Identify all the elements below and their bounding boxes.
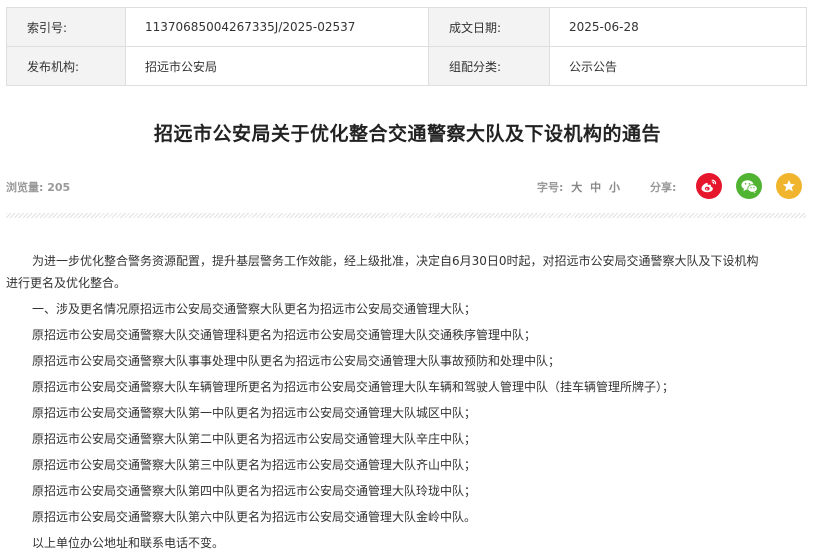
body-line: 一、涉及更名情况原招远市公安局交通警察大队更名为招远市公安局交通管理大队； bbox=[32, 302, 477, 316]
font-size-small-button[interactable]: 小 bbox=[609, 181, 620, 194]
issue-date-value: 2025-06-28 bbox=[549, 7, 807, 47]
body-line: 以上单位办公地址和联系电话不变。 bbox=[32, 536, 225, 550]
body-line: 原招远市公安局交通警察大队第二中队更名为招远市公安局交通管理大队辛庄中队； bbox=[32, 432, 477, 446]
body-line: 原招远市公安局交通警察大队事事处理中队更名为招远市公安局交通管理大队事故预防和处… bbox=[32, 354, 561, 368]
share-weibo-button[interactable] bbox=[696, 173, 722, 199]
font-size-medium-button[interactable]: 中 bbox=[590, 181, 601, 194]
publisher-label: 发布机构: bbox=[6, 46, 126, 86]
body-line: 原招远市公安局交通警察大队第三中队更名为招远市公安局交通管理大队齐山中队； bbox=[32, 458, 477, 472]
category-value: 公示公告 bbox=[549, 46, 807, 86]
page-title: 招远市公安局关于优化整合交通警察大队及下设机构的通告 bbox=[153, 123, 661, 145]
weibo-icon bbox=[701, 179, 717, 193]
category-label: 组配分类: bbox=[428, 46, 550, 86]
body-line: 原招远市公安局交通警察大队第六中队更名为招远市公安局交通管理大队金岭中队。 bbox=[32, 510, 477, 524]
meta-row-2: 发布机构: 招远市公安局 组配分类: 公示公告 bbox=[6, 46, 807, 86]
body-line: 原招远市公安局交通警察大队第四中队更名为招远市公安局交通管理大队玲珑中队； bbox=[32, 484, 477, 498]
article-body: 为进一步优化整合警务资源配置，提升基层警务工作效能，经上级批准，决定自6月30日… bbox=[6, 250, 808, 556]
document-meta-table: 索引号: 11370685004267335J/2025-02537 成文日期:… bbox=[6, 7, 807, 86]
publisher-value: 招远市公安局 bbox=[125, 46, 429, 86]
index-number-value: 11370685004267335J/2025-02537 bbox=[125, 7, 429, 47]
favorite-button[interactable] bbox=[776, 173, 802, 199]
issue-date-label: 成文日期: bbox=[428, 7, 550, 47]
article-toolbar: 浏览量: 205 字号: 大 中 小 分享: bbox=[6, 172, 806, 200]
meta-row-1: 索引号: 11370685004267335J/2025-02537 成文日期:… bbox=[6, 7, 807, 47]
share-label: 分享: bbox=[650, 181, 677, 194]
body-paragraph-intro-continued: 进行更名及优化整合。 bbox=[6, 276, 127, 290]
share-wechat-button[interactable] bbox=[736, 173, 762, 199]
section-divider bbox=[6, 213, 806, 218]
font-size-label: 字号: bbox=[537, 181, 564, 194]
font-size-large-button[interactable]: 大 bbox=[571, 181, 582, 194]
star-icon bbox=[783, 180, 795, 192]
wechat-icon bbox=[741, 179, 758, 193]
font-size-control: 字号: 大 中 小 bbox=[537, 179, 620, 195]
body-line: 原招远市公安局交通警察大队第一中队更名为招远市公安局交通管理大队城区中队； bbox=[32, 406, 477, 420]
body-line: 原招远市公安局交通警察大队交通管理科更名为招远市公安局交通管理大队交通秩序管理中… bbox=[32, 328, 537, 342]
body-paragraph-intro: 为进一步优化整合警务资源配置，提升基层警务工作效能，经上级批准，决定自6月30日… bbox=[32, 254, 759, 268]
view-count: 浏览量: 205 bbox=[6, 181, 71, 194]
body-line: 原招远市公安局交通警察大队车辆管理所更名为招远市公安局交通管理大队车辆和驾驶人管… bbox=[32, 380, 675, 394]
index-number-label: 索引号: bbox=[6, 7, 126, 47]
